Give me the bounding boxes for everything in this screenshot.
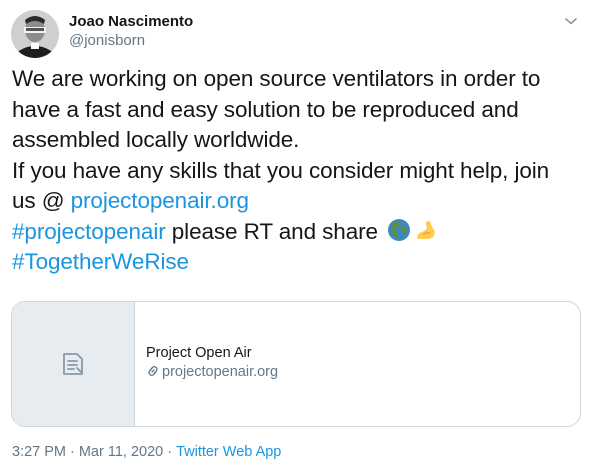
- card-title: Project Open Air: [146, 345, 252, 361]
- tweet-meta: 3:27 PM · Mar 11, 2020 · Twitter Web App: [12, 443, 281, 462]
- tweet-link[interactable]: projectopenair.org: [71, 188, 249, 213]
- avatar-image: [11, 10, 59, 58]
- link-icon: [146, 364, 160, 384]
- tweet-line-text: please RT and share: [165, 218, 385, 244]
- tweet-line: #TogetherWeRise: [12, 247, 582, 278]
- card-thumbnail: [12, 302, 135, 426]
- flexed-biceps-emoji: [414, 218, 438, 242]
- chevron-down-icon: [565, 18, 577, 25]
- tweet-line: We are working on open source ventilator…: [12, 66, 541, 91]
- tweet-line-prefix: us @: [12, 188, 71, 213]
- link-card[interactable]: Project Open Air projectopenair.org: [11, 301, 581, 427]
- card-info: Project Open Air projectopenair.org: [146, 344, 278, 384]
- globe-europe-africa-emoji: [387, 218, 411, 242]
- author-name[interactable]: Joao Nascimento: [69, 12, 193, 31]
- tweet-date[interactable]: Mar 11, 2020: [79, 444, 163, 460]
- hashtag-link[interactable]: #projectopenair: [12, 219, 166, 244]
- more-options-button[interactable]: [560, 10, 582, 32]
- tweet-line: us @ projectopenair.org: [12, 186, 582, 217]
- meta-separator: ·: [167, 444, 173, 460]
- author-block: Joao Nascimento @jonisborn: [69, 12, 193, 50]
- hashtag-link[interactable]: #TogetherWeRise: [12, 249, 189, 274]
- author-handle[interactable]: @jonisborn: [69, 31, 193, 50]
- tweet-line: If you have any skills that you consider…: [12, 157, 550, 183]
- meta-separator: ·: [70, 444, 75, 460]
- card-domain-text: projectopenair.org: [162, 364, 279, 380]
- tweet: Joao Nascimento @jonisborn We are workin…: [0, 0, 594, 471]
- tweet-line: assembled locally worldwide.: [12, 127, 300, 152]
- tweet-time[interactable]: 3:27 PM: [12, 444, 66, 460]
- document-icon: [60, 351, 86, 377]
- tweet-line: #projectopenair please RT and share: [12, 217, 582, 248]
- tweet-line: have a fast and easy solution to be repr…: [12, 96, 519, 122]
- tweet-text: We are working on open source ventilator…: [12, 64, 582, 278]
- card-domain: projectopenair.org: [146, 363, 278, 384]
- tweet-source[interactable]: Twitter Web App: [176, 444, 281, 460]
- avatar[interactable]: [11, 10, 59, 58]
